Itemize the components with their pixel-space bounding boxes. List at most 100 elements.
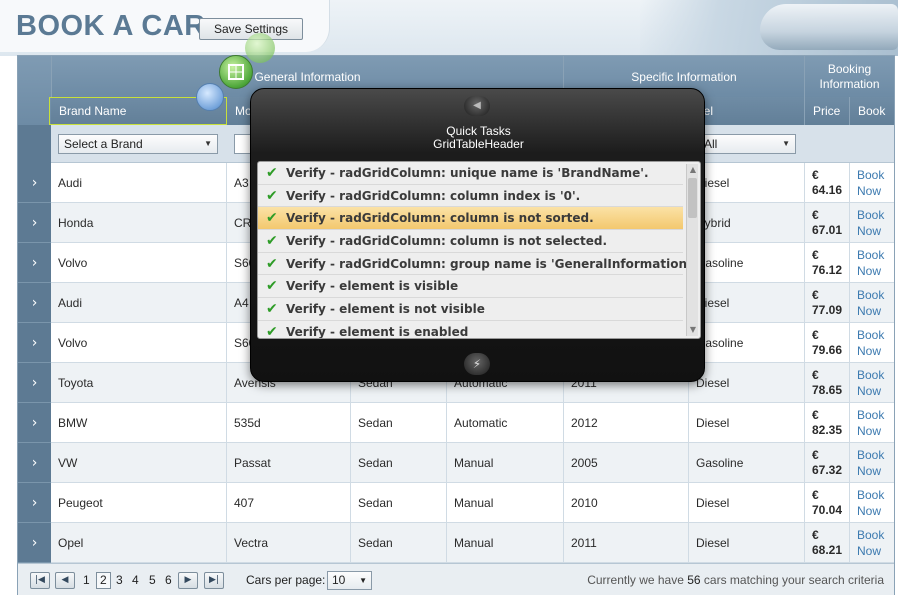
price-currency: € [812, 208, 819, 222]
book-link-line2: Now [857, 344, 882, 358]
table-row[interactable]: › BMW 535d Sedan Automatic 2012 Diesel €82.35 Bo… [18, 403, 894, 443]
table-row[interactable]: › Peugeot 407 Sedan Manual 2010 Diesel €70.04 Bo… [18, 483, 894, 523]
quick-task-label: Verify - radGridColumn: column is not se… [286, 234, 608, 249]
chevron-right-icon[interactable]: › [18, 283, 51, 323]
brand-filter-select[interactable]: Select a Brand ▼ [58, 134, 218, 154]
page-link[interactable]: 5 [149, 573, 156, 588]
scroll-thumb[interactable] [688, 178, 697, 218]
quick-task-label: Verify - element is enabled [286, 324, 469, 339]
chevron-right-icon[interactable]: › [18, 483, 51, 523]
previous-page-button[interactable]: ◀ [55, 572, 75, 589]
quick-task-item[interactable]: ✔ Verify - element is enabled [258, 321, 683, 339]
chevron-right-icon[interactable]: › [18, 403, 51, 443]
scroll-down-icon[interactable]: ▼ [687, 324, 699, 336]
book-now-link[interactable]: Book Now [850, 243, 894, 283]
cell-year: 2010 [564, 483, 689, 523]
page-link[interactable]: 3 [116, 573, 123, 588]
book-link-line1: Book [857, 208, 885, 222]
first-page-button[interactable]: |◀ [30, 572, 50, 589]
cell-fuel: Diesel [689, 363, 805, 403]
quick-task-item[interactable]: ✔ Verify - element is not visible [258, 298, 683, 321]
cell-brand: Opel [51, 523, 227, 563]
price-currency: € [812, 248, 819, 262]
cars-per-page-select[interactable]: 10 ▼ [327, 571, 372, 590]
quick-task-item[interactable]: ✔ Verify - radGridColumn: column is not s… [258, 207, 683, 231]
cell-fuel: Diesel [689, 523, 805, 563]
quick-task-item[interactable]: ✔ Verify - radGridColumn: column index is… [258, 185, 683, 208]
chevron-right-icon[interactable]: › [18, 203, 51, 243]
price-value: 64.16 [812, 183, 843, 197]
cell-price: €76.12 [805, 243, 850, 283]
price-value: 68.21 [812, 543, 843, 557]
page-link[interactable]: 1 [83, 573, 90, 588]
cell-price: €67.01 [805, 203, 850, 243]
next-page-button[interactable]: ▶ [178, 572, 198, 589]
book-now-link[interactable]: Book Now [850, 363, 894, 403]
price-currency: € [812, 368, 819, 382]
table-row[interactable]: › VW Passat Sedan Manual 2005 Gasoline €67.32 Bo… [18, 443, 894, 483]
price-currency: € [812, 288, 819, 302]
quick-task-item[interactable]: ✔ Verify - radGridColumn: column is not s… [258, 230, 683, 253]
fuel-filter-select[interactable]: All ▼ [698, 134, 796, 154]
table-adorner-icon[interactable] [219, 55, 253, 89]
book-now-link[interactable]: Book Now [850, 203, 894, 243]
book-now-link[interactable]: Book Now [850, 283, 894, 323]
book-now-link[interactable]: Book Now [850, 323, 894, 363]
quick-tasks-scrollbar[interactable]: ▲ ▼ [686, 164, 698, 336]
cell-type: Sedan [351, 483, 447, 523]
scroll-up-icon[interactable]: ▲ [687, 164, 699, 176]
book-now-link[interactable]: Book Now [850, 443, 894, 483]
highlight-adorner-icon[interactable] [196, 83, 224, 111]
book-link-line1: Book [857, 248, 885, 262]
chevron-right-icon[interactable]: › [18, 443, 51, 483]
book-link-line1: Book [857, 448, 885, 462]
page-link[interactable]: 6 [165, 573, 172, 588]
cell-fuel: Diesel [689, 283, 805, 323]
price-value: 77.09 [812, 303, 843, 317]
chevron-right-icon[interactable]: › [18, 243, 51, 283]
quick-tasks-panel: ◀ Quick Tasks GridTableHeader ✔ Verify - … [250, 88, 705, 382]
chevron-right-icon[interactable]: › [18, 323, 51, 363]
last-page-button[interactable]: ▶| [204, 572, 224, 589]
page-title: BOOK A CAR [16, 10, 206, 42]
cell-fuel: Diesel [689, 483, 805, 523]
group-header-booking: Booking Information [805, 56, 894, 97]
book-link-line1: Book [857, 488, 885, 502]
book-now-link[interactable]: Book Now [850, 523, 894, 563]
book-now-link[interactable]: Book Now [850, 163, 894, 203]
book-now-link[interactable]: Book Now [850, 483, 894, 523]
dropdown-arrow-icon: ▼ [204, 139, 212, 148]
cell-price: €82.35 [805, 403, 850, 443]
back-arrow-icon[interactable]: ◀ [464, 96, 490, 116]
expander-header [18, 56, 51, 125]
book-now-link[interactable]: Book Now [850, 403, 894, 443]
quick-task-item[interactable]: ✔ Verify - radGridColumn: group name is '… [258, 253, 695, 276]
chevron-right-icon[interactable]: › [18, 523, 51, 563]
table-row[interactable]: › Opel Vectra Sedan Manual 2011 Diesel €68.21 Bo… [18, 523, 894, 563]
page-link-current[interactable]: 2 [96, 572, 111, 589]
cell-fuel: Hybrid [689, 203, 805, 243]
column-header-book[interactable]: Book [850, 97, 894, 125]
price-value: 82.35 [812, 423, 843, 437]
cell-fuel: Gasoline [689, 443, 805, 483]
cell-brand: Audi [51, 163, 227, 203]
lightning-icon[interactable]: ⚡ [464, 353, 490, 375]
book-link-line2: Now [857, 544, 882, 558]
page-link[interactable]: 4 [132, 573, 139, 588]
quick-task-item[interactable]: ✔ Verify - element is visible [258, 275, 683, 299]
quick-tasks-target: GridTableHeader [433, 137, 524, 151]
dropdown-arrow-icon: ▼ [782, 139, 790, 148]
chevron-right-icon[interactable]: › [18, 163, 51, 203]
cell-price: €79.66 [805, 323, 850, 363]
chevron-right-icon[interactable]: › [18, 363, 51, 403]
cell-price: €78.65 [805, 363, 850, 403]
column-header-fuel[interactable]: uel [689, 97, 805, 125]
column-header-price[interactable]: Price [805, 97, 850, 125]
price-value: 78.65 [812, 383, 843, 397]
price-value: 67.32 [812, 463, 843, 477]
cell-price: €77.09 [805, 283, 850, 323]
cell-fuel: Diesel [689, 403, 805, 443]
quick-task-item[interactable]: ✔ Verify - radGridColumn: unique name is … [258, 162, 683, 185]
cell-brand: Peugeot [51, 483, 227, 523]
cell-model: Passat [227, 443, 351, 483]
